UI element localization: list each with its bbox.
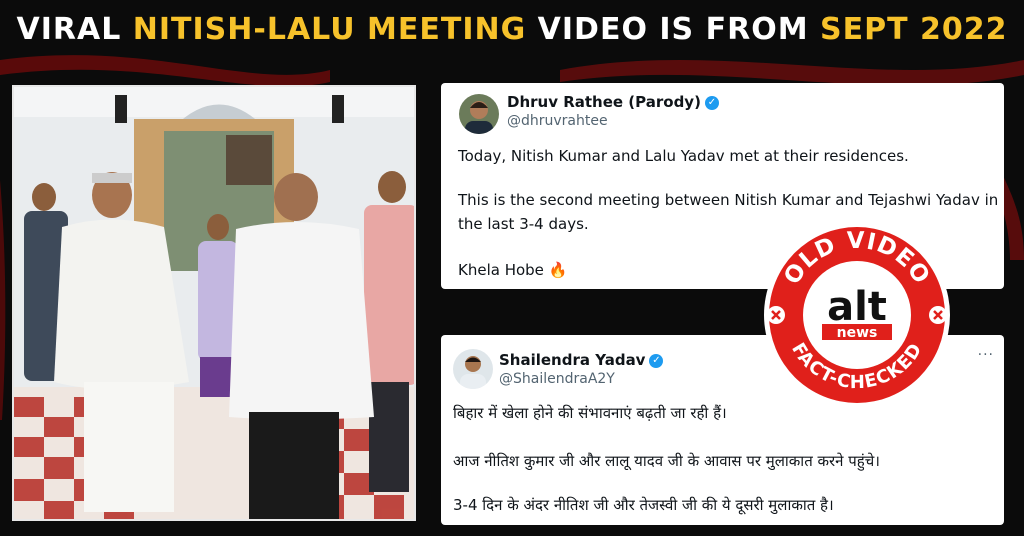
tweet-text-line: Khela Hobe 🔥 xyxy=(458,261,568,279)
tweet-text-line: आज नीतिश कुमार जी और लालू यादव जी के आवा… xyxy=(453,452,880,470)
tweet-author-handle[interactable]: @dhruvrahtee xyxy=(507,113,608,129)
more-options-icon[interactable]: ··· xyxy=(978,347,994,363)
tweet-text-line: the last 3-4 days. xyxy=(458,215,589,233)
alt-news-logo: alt xyxy=(827,284,887,330)
alt-news-logo-sub: news xyxy=(837,325,878,341)
tweet-author-name[interactable]: Shailendra Yadav ✓ xyxy=(499,351,664,369)
headline-highlight-1: NITISH-LALU MEETING xyxy=(132,12,527,47)
tweet-text-line: 3-4 दिन के अंदर नीतिश जी और तेजस्वी जी क… xyxy=(453,496,834,514)
close-icon xyxy=(767,306,785,324)
tweet-author-name[interactable]: Dhruv Rathee (Parody) ✓ xyxy=(507,93,719,111)
close-icon xyxy=(929,306,947,324)
avatar[interactable] xyxy=(459,94,499,134)
headline-part1: VIRAL xyxy=(16,12,133,47)
headline-highlight-2: SEPT 2022 xyxy=(820,12,1008,47)
tweet-text-line: This is the second meeting between Nitis… xyxy=(458,191,999,209)
tweet-text-line: बिहार में खेला होने की संभावनाएं बढ़ती ज… xyxy=(453,404,727,422)
verified-badge-icon: ✓ xyxy=(704,95,719,110)
headline: VIRAL NITISH-LALU MEETING VIDEO IS FROM … xyxy=(0,12,1024,47)
meeting-photo xyxy=(12,85,416,521)
headline-part3: VIDEO IS FROM xyxy=(526,12,820,47)
avatar[interactable] xyxy=(453,349,493,389)
tweet-text-line: Today, Nitish Kumar and Lalu Yadav met a… xyxy=(458,147,909,165)
verified-badge-icon: ✓ xyxy=(649,353,664,368)
tweet-author-handle[interactable]: @ShailendraA2Y xyxy=(499,371,615,387)
fact-check-stamp: OLD VIDEO FACT-CHECKED alt news xyxy=(762,220,952,410)
